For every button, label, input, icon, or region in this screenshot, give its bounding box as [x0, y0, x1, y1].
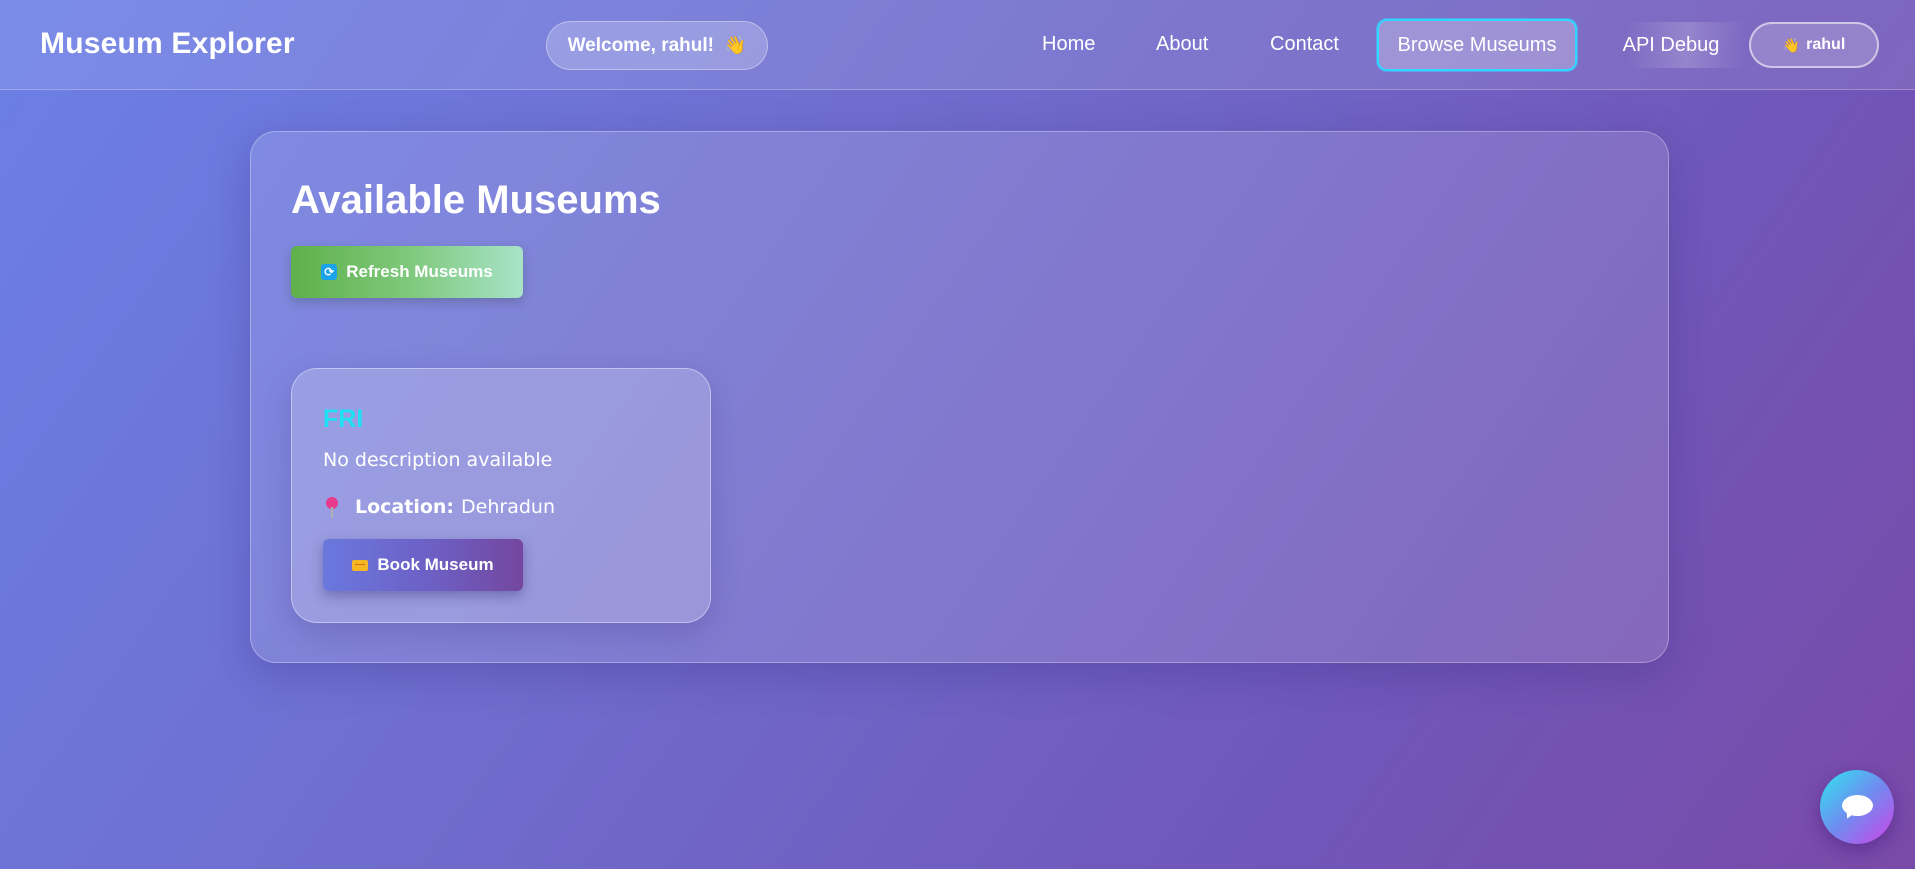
museum-location: Location: Dehradun: [323, 495, 555, 519]
welcome-text: Welcome, rahul!: [567, 34, 714, 56]
nav-link-home[interactable]: Home: [1042, 33, 1095, 56]
nav-link-browse-museums[interactable]: Browse Museums: [1377, 19, 1577, 71]
location-value: Dehradun: [461, 496, 555, 518]
book-museum-button[interactable]: Book Museum: [323, 539, 523, 591]
brand-logo-text[interactable]: Museum Explorer: [40, 27, 295, 61]
nav-link-api-debug[interactable]: API Debug: [1596, 22, 1746, 68]
chat-button[interactable]: [1820, 770, 1894, 844]
welcome-badge: Welcome, rahul! 👋: [546, 21, 768, 70]
user-name: rahul: [1806, 36, 1846, 53]
refresh-museums-button[interactable]: ⟳ Refresh Museums: [291, 246, 523, 298]
book-button-label: Book Museum: [377, 555, 494, 574]
user-menu-button[interactable]: 👋 rahul: [1749, 22, 1879, 68]
page-title: Available Museums: [291, 178, 661, 222]
waving-hand-icon: 👋: [1782, 36, 1801, 53]
location-label: Location:: [355, 496, 455, 518]
nav-link-about[interactable]: About: [1156, 33, 1208, 56]
waving-hand-icon: 👋: [723, 35, 747, 55]
nav-link-contact[interactable]: Contact: [1270, 33, 1339, 56]
museum-description: No description available: [323, 449, 553, 471]
refresh-icon: ⟳: [321, 264, 338, 280]
top-navbar: Museum Explorer Welcome, rahul! 👋 Home A…: [0, 0, 1915, 90]
refresh-button-label: Refresh Museums: [346, 262, 493, 281]
pin-icon: [323, 495, 343, 519]
museum-card: FRI No description available Location: D…: [291, 368, 711, 623]
ticket-icon: [352, 559, 369, 571]
museums-panel: Available Museums ⟳ Refresh Museums FRI …: [250, 131, 1669, 663]
museum-name: FRI: [323, 405, 364, 433]
